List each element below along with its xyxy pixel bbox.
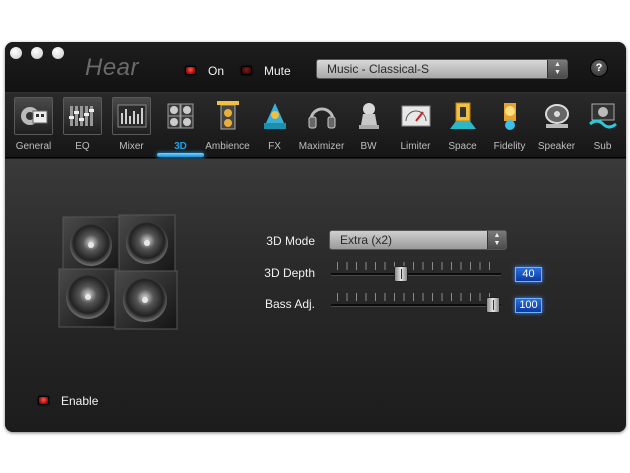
tab-sub[interactable]: Sub — [579, 93, 626, 159]
mode-label: 3D Mode — [266, 234, 315, 248]
tab-label: Sub — [593, 141, 612, 152]
slider-track — [331, 273, 501, 276]
mixer-icon — [112, 97, 151, 135]
on-label: On — [208, 64, 225, 78]
sub-icon — [583, 97, 622, 135]
tab-mixer[interactable]: Mixer — [108, 93, 155, 159]
minimize-window-button[interactable] — [31, 47, 43, 59]
general-icon — [14, 97, 53, 135]
speakers-3d-icon — [161, 97, 200, 135]
space-icon — [443, 97, 482, 135]
tab-bar: General EQ Mixer 3D Ambience FX Maximize… — [5, 92, 626, 158]
fx-icon — [255, 97, 294, 135]
preset-select[interactable]: Music - Classical-S ▲ ▼ — [316, 59, 568, 79]
tab-fidelity[interactable]: Fidelity — [486, 93, 533, 159]
tab-bw[interactable]: BW — [345, 93, 392, 159]
bass-label: Bass Adj. — [264, 297, 315, 311]
title-bar: Hear On Mute Music - Classical-S ▲ ▼ ? — [5, 42, 626, 92]
fidelity-icon — [490, 97, 529, 135]
depth-slider-thumb[interactable] — [393, 266, 408, 282]
meter-icon — [396, 97, 435, 135]
depth-value: 40 — [515, 267, 542, 282]
tab-space[interactable]: Space — [439, 93, 486, 159]
bass-slider-thumb[interactable] — [486, 297, 500, 313]
bass-value: 100 — [515, 298, 542, 313]
active-tab-indicator — [157, 153, 204, 157]
enable-label: Enable — [61, 394, 99, 408]
enable-led-button[interactable] — [38, 396, 49, 405]
slider-ticks — [337, 262, 497, 270]
tab-eq[interactable]: EQ — [59, 93, 106, 159]
tab-ambience[interactable]: Ambience — [204, 93, 251, 159]
preset-select-value: Music - Classical-S — [327, 62, 430, 76]
eq-icon — [63, 97, 102, 135]
effect-panel-3d: 3D Mode Extra (x2) ▲ ▼ 3D Depth 40 Bass A… — [5, 159, 626, 432]
tab-maximizer[interactable]: Maximizer — [298, 93, 345, 159]
mute-label: Mute — [264, 64, 291, 78]
bw-icon — [349, 97, 388, 135]
chevron-up-down-icon: ▲ ▼ — [487, 231, 506, 249]
depth-label: 3D Depth — [264, 266, 315, 280]
depth-slider[interactable] — [331, 260, 501, 282]
headphones-icon — [302, 97, 341, 135]
mode-select-value: Extra (x2) — [340, 233, 393, 247]
mute-led-button[interactable] — [241, 66, 252, 75]
help-button[interactable]: ? — [590, 59, 608, 77]
slider-track — [331, 304, 501, 307]
close-window-button[interactable] — [10, 47, 22, 59]
slider-ticks — [337, 293, 497, 301]
speaker-icon — [537, 97, 576, 135]
chevron-up-down-icon: ▲ ▼ — [547, 60, 567, 78]
app-window: Hear On Mute Music - Classical-S ▲ ▼ ? Ge… — [5, 42, 626, 432]
app-title: Hear — [85, 54, 140, 81]
speakers-illustration — [58, 214, 178, 330]
on-led-button[interactable] — [185, 66, 196, 75]
tab-general[interactable]: General — [10, 93, 57, 159]
tab-3d[interactable]: 3D — [157, 93, 204, 159]
tab-fx[interactable]: FX — [251, 93, 298, 159]
zoom-window-button[interactable] — [52, 47, 64, 59]
tab-limiter[interactable]: Limiter — [392, 93, 439, 159]
mode-select[interactable]: Extra (x2) ▲ ▼ — [329, 230, 507, 250]
ambience-icon — [208, 97, 247, 135]
bass-slider[interactable] — [331, 291, 501, 313]
